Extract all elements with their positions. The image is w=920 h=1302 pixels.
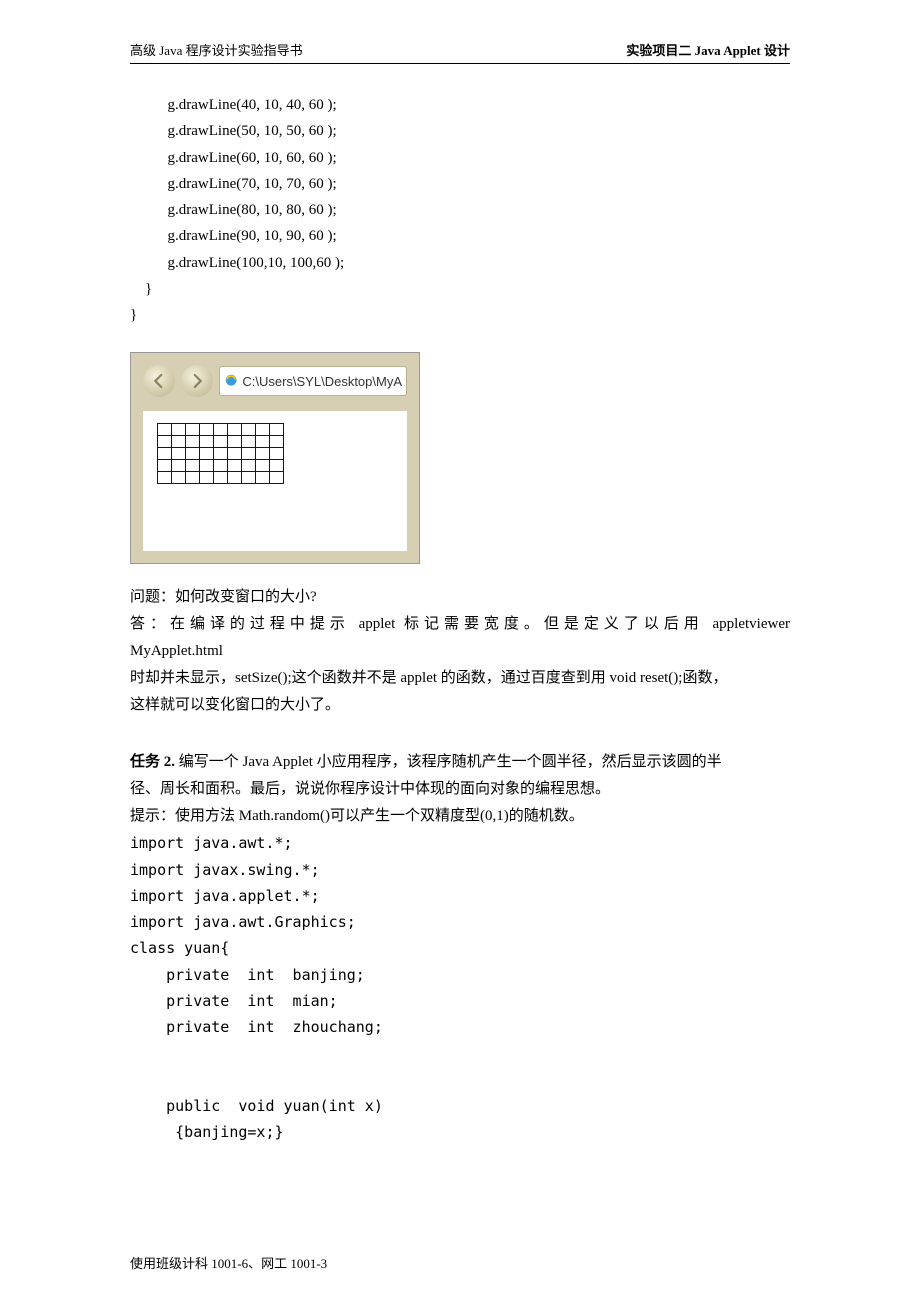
answer-line-1: 答：在编译的过程中提示 applet 标记需要宽度。但是定义了以后用 apple… — [130, 611, 790, 638]
code-line: g.drawLine(90, 10, 90, 60 ); — [130, 228, 337, 244]
code-line: import java.awt.*; — [130, 834, 293, 852]
code-line: g.drawLine(70, 10, 70, 60 ); — [130, 176, 337, 192]
answer-line-2: MyApplet.html — [130, 638, 790, 665]
task2-line-1: 任务 2. 编写一个 Java Applet 小应用程序，该程序随机产生一个圆半… — [130, 749, 790, 776]
task2-p1: 编写一个 Java Applet 小应用程序，该程序随机产生一个圆半径，然后显示… — [179, 754, 722, 770]
address-text: C:\Users\SYL\Desktop\MyA — [242, 374, 402, 389]
code-line: g.drawLine(50, 10, 50, 60 ); — [130, 123, 337, 139]
code-line: private int banjing; — [130, 966, 365, 984]
page: 高级 Java 程序设计实验指导书 实验项目二 Java Applet 设计 g… — [0, 0, 920, 1302]
header-right: 实验项目二 Java Applet 设计 — [626, 40, 790, 59]
browser-nav-bar: C:\Users\SYL\Desktop\MyA — [143, 365, 407, 397]
task2-label: 任务 2. — [130, 754, 179, 770]
code-line: {banjing=x;} — [130, 1123, 284, 1141]
question-text: 问题：如何改变窗口的大小? — [130, 584, 790, 611]
code-line: } — [130, 307, 137, 323]
code-line: import javax.swing.*; — [130, 861, 320, 879]
code-line: private int zhouchang; — [130, 1018, 383, 1036]
ie-icon — [224, 373, 238, 389]
task2-code: import java.awt.*; import javax.swing.*;… — [130, 830, 790, 1145]
code-block-1: g.drawLine(40, 10, 40, 60 ); g.drawLine(… — [130, 92, 790, 328]
arrow-left-icon — [150, 372, 168, 390]
applet-content-area — [143, 411, 407, 551]
answer-line-3: 时却并未显示，setSize();这个函数并不是 applet 的函数，通过百度… — [130, 665, 790, 692]
code-line: } — [130, 281, 152, 297]
task-2-block: 任务 2. 编写一个 Java Applet 小应用程序，该程序随机产生一个圆半… — [130, 749, 790, 1145]
code-line: g.drawLine(100,10, 100,60 ); — [130, 255, 344, 271]
forward-button[interactable] — [181, 365, 213, 397]
browser-screenshot: C:\Users\SYL\Desktop\MyA — [130, 352, 420, 564]
code-line: g.drawLine(60, 10, 60, 60 ); — [130, 150, 337, 166]
code-line: public void yuan(int x) — [130, 1097, 383, 1115]
code-line: import java.awt.Graphics; — [130, 913, 356, 931]
header-left: 高级 Java 程序设计实验指导书 — [130, 40, 303, 59]
page-footer: 使用班级计科 1001-6、网工 1001-3 — [130, 1253, 327, 1272]
code-line: class yuan{ — [130, 939, 229, 957]
page-header: 高级 Java 程序设计实验指导书 实验项目二 Java Applet 设计 — [130, 40, 790, 64]
question-block: 问题：如何改变窗口的大小? 答：在编译的过程中提示 applet 标记需要宽度。… — [130, 584, 790, 719]
task2-line-2: 径、周长和面积。最后，说说你程序设计中体现的面向对象的编程思想。 — [130, 776, 790, 803]
task2-hint: 提示：使用方法 Math.random()可以产生一个双精度型(0,1)的随机数… — [130, 803, 790, 830]
address-bar[interactable]: C:\Users\SYL\Desktop\MyA — [219, 366, 407, 396]
code-line: private int mian; — [130, 992, 338, 1010]
back-button[interactable] — [143, 365, 175, 397]
applet-grid-output — [157, 423, 284, 484]
arrow-right-icon — [188, 372, 206, 390]
code-line: import java.applet.*; — [130, 887, 320, 905]
code-line: g.drawLine(80, 10, 80, 60 ); — [130, 202, 337, 218]
answer-line-4: 这样就可以变化窗口的大小了。 — [130, 692, 790, 719]
code-line: g.drawLine(40, 10, 40, 60 ); — [130, 97, 337, 113]
